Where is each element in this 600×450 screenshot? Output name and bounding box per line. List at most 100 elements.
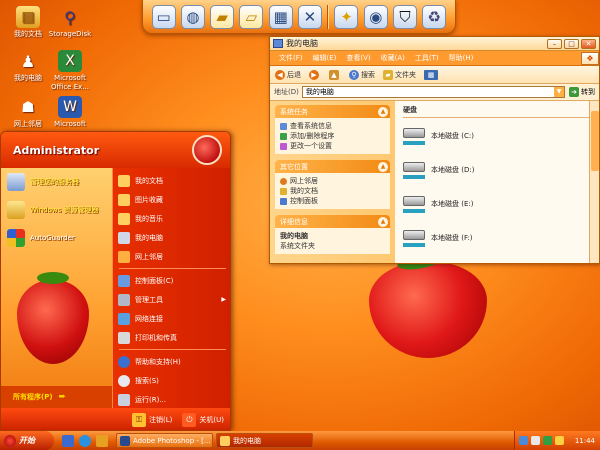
- globe-icon[interactable]: ◉: [363, 4, 388, 29]
- network-places-icon: ☗: [21, 97, 35, 116]
- pinned-server-manager[interactable]: 管理您的服务器: [1, 168, 112, 196]
- drive-label: 本地磁盘 (E:): [431, 200, 474, 208]
- menu-item-label: 控制面板(C): [135, 276, 174, 285]
- run-icon: [118, 393, 130, 406]
- my-computer-icon: [273, 39, 283, 48]
- folder-icon[interactable]: ▰: [210, 4, 235, 29]
- lang-icon[interactable]: [555, 436, 564, 445]
- place-control-panel[interactable]: 控制面板: [280, 196, 385, 206]
- monitor-icon[interactable]: ▭: [151, 4, 176, 29]
- globe-network-icon[interactable]: ◍: [180, 4, 205, 29]
- drive-c[interactable]: 本地磁盘 (C:): [403, 124, 591, 148]
- pinned-autoguarder[interactable]: AutoGuarder: [1, 224, 112, 252]
- arrow-right-icon: ➨: [58, 392, 67, 402]
- task-change-setting[interactable]: 更改一个设置: [280, 141, 385, 151]
- folders-button[interactable]: ▰ 文件夹: [383, 69, 416, 80]
- avatar[interactable]: [192, 135, 222, 165]
- details-header[interactable]: 详细信息 ▲: [275, 215, 390, 228]
- ie-icon[interactable]: [79, 434, 91, 447]
- network-tray-icon[interactable]: [519, 436, 528, 445]
- menu-item-printers[interactable]: 打印机和传真: [113, 328, 230, 347]
- menu-item-my-documents[interactable]: 我的文档: [113, 171, 230, 190]
- system-tasks-header[interactable]: 系统任务 ▲: [275, 105, 390, 118]
- task-view-system-info[interactable]: 查看系统信息: [280, 121, 385, 131]
- address-input[interactable]: 我的电脑 ▼: [301, 86, 565, 98]
- menu-view[interactable]: 查看(V): [341, 53, 375, 63]
- menu-item-run[interactable]: 运行(R)...: [113, 390, 230, 409]
- menu-edit[interactable]: 编辑(E): [308, 53, 342, 63]
- desktop-icon-word[interactable]: W Microsoft: [44, 96, 96, 129]
- folder-open-icon[interactable]: ▱: [239, 4, 264, 29]
- start-menu: Administrator 管理您的服务器 Windows 资源管理器 Auto…: [0, 131, 231, 431]
- menu-divider: [119, 349, 226, 350]
- tshirt-icon[interactable]: ⛉: [393, 4, 418, 29]
- hard-disk-icon: [403, 126, 427, 146]
- place-label: 控制面板: [290, 197, 318, 205]
- chevron-up-icon[interactable]: ▲: [378, 106, 388, 117]
- place-label: 我的文档: [290, 187, 318, 195]
- antivirus-icon[interactable]: [543, 436, 552, 445]
- menu-item-search[interactable]: 搜索(S): [113, 371, 230, 390]
- media-player-icon[interactable]: [96, 434, 108, 447]
- up-button[interactable]: ▲: [329, 69, 341, 80]
- window-titlebar[interactable]: 我的电脑 – □ ✕: [270, 37, 599, 51]
- clock[interactable]: 11:44: [575, 437, 595, 445]
- menu-item-my-music[interactable]: 我的音乐: [113, 209, 230, 228]
- menu-item-my-pictures[interactable]: 图片收藏: [113, 190, 230, 209]
- drive-d[interactable]: 本地磁盘 (D:): [403, 158, 591, 182]
- chevron-right-icon: ▶: [221, 296, 226, 303]
- folder-tools-icon[interactable]: ▦: [268, 4, 293, 29]
- my-documents-icon: [280, 187, 287, 195]
- drive-f[interactable]: 本地磁盘 (F:): [403, 226, 591, 250]
- other-places-header[interactable]: 其它位置 ▲: [275, 160, 390, 173]
- shutdown-button[interactable]: ⏻ 关机(U): [182, 413, 224, 427]
- desktop-icon-storage-disk[interactable]: ⚲ StorageDisk: [44, 6, 96, 39]
- logoff-button[interactable]: ⚿ 注销(L): [132, 413, 172, 427]
- user-name: Administrator: [13, 143, 100, 157]
- menu-item-control-panel[interactable]: 控制面板(C): [113, 271, 230, 290]
- search-button[interactable]: ⚲ 搜索: [349, 69, 375, 80]
- desktop-icon-excel[interactable]: X Microsoft Office Ex...: [44, 50, 96, 92]
- volume-icon[interactable]: [531, 436, 540, 445]
- chevron-up-icon[interactable]: ▲: [378, 161, 388, 172]
- maximize-button[interactable]: □: [564, 38, 579, 49]
- task-add-remove-programs[interactable]: 添加/删除程序: [280, 131, 385, 141]
- views-button[interactable]: ▦: [424, 69, 440, 80]
- tools-icon[interactable]: ✕: [297, 4, 322, 29]
- menu-file[interactable]: 文件(F): [274, 53, 308, 63]
- start-button[interactable]: 开始: [0, 431, 54, 450]
- scrollbar-thumb[interactable]: [591, 111, 599, 171]
- close-button[interactable]: ✕: [581, 38, 596, 49]
- chevron-down-icon[interactable]: ▼: [554, 87, 564, 97]
- menu-item-network-connections[interactable]: 网络连接: [113, 309, 230, 328]
- folders-label: 文件夹: [395, 70, 416, 79]
- menu-favorites[interactable]: 收藏(A): [376, 53, 410, 63]
- photoshop-icon: [120, 435, 130, 446]
- chevron-up-icon[interactable]: ▲: [378, 216, 388, 227]
- menu-item-my-computer[interactable]: 我的电脑: [113, 228, 230, 247]
- task-my-computer[interactable]: 我的电脑: [216, 433, 313, 448]
- drive-label: 本地磁盘 (D:): [431, 166, 475, 174]
- place-my-documents[interactable]: 我的文档: [280, 186, 385, 196]
- magic-wand-icon[interactable]: ✦: [334, 4, 359, 29]
- forward-button[interactable]: ▶: [309, 69, 321, 80]
- menu-item-help[interactable]: 帮助和支持(H): [113, 352, 230, 371]
- recycle-bin-icon[interactable]: ♻: [422, 4, 447, 29]
- menu-item-network-places[interactable]: 网上邻居: [113, 247, 230, 266]
- menu-item-label: 运行(R)...: [135, 395, 167, 404]
- menu-item-admin-tools[interactable]: 管理工具 ▶: [113, 290, 230, 309]
- all-programs-button[interactable]: 所有程序(P) ➨: [1, 386, 112, 408]
- show-desktop-icon[interactable]: [62, 434, 74, 447]
- go-button[interactable]: ➜ 转到: [569, 87, 595, 97]
- vertical-scrollbar[interactable]: [589, 101, 599, 263]
- place-network[interactable]: 网上邻居: [280, 176, 385, 186]
- menu-tools[interactable]: 工具(T): [410, 53, 444, 63]
- minimize-button[interactable]: –: [547, 38, 562, 49]
- task-photoshop[interactable]: Adobe Photoshop - [...: [116, 433, 213, 448]
- drive-e[interactable]: 本地磁盘 (E:): [403, 192, 591, 216]
- back-button[interactable]: ◀ 后退: [275, 69, 301, 80]
- menu-help[interactable]: 帮助(H): [444, 53, 479, 63]
- address-bar: 地址(D) 我的电脑 ▼ ➜ 转到: [270, 84, 599, 101]
- pinned-windows-explorer[interactable]: Windows 资源管理器: [1, 196, 112, 224]
- menu-item-label: 打印机和传真: [135, 333, 177, 342]
